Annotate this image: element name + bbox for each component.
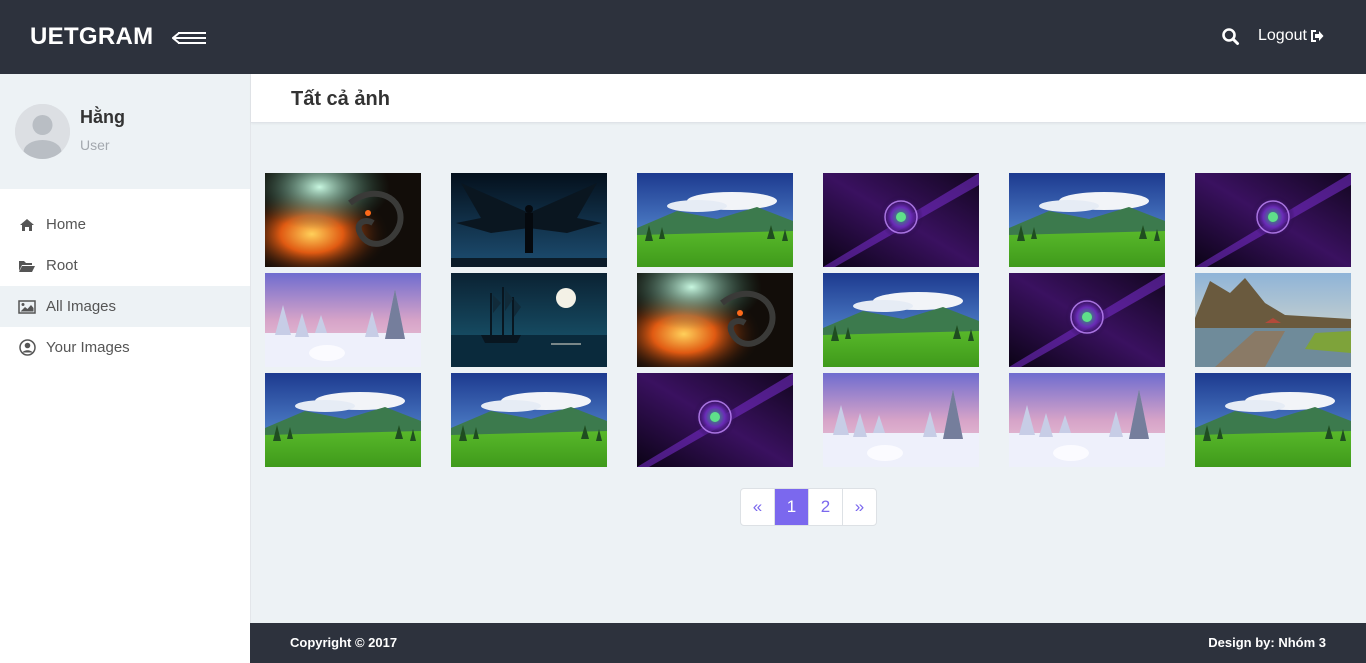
sidebar-item-your-images[interactable]: Your Images	[0, 327, 250, 368]
brand-logo[interactable]: UETGRAM	[30, 23, 153, 51]
sign-out-icon	[1310, 29, 1324, 43]
logout-button[interactable]: Logout	[1258, 27, 1324, 45]
gallery-thumbnail[interactable]	[637, 273, 793, 367]
gallery-thumbnail[interactable]	[265, 173, 421, 267]
sidebar-item-label: Root	[46, 257, 78, 274]
pagination: « 1 2 »	[740, 488, 877, 526]
sidebar-item-label: Home	[46, 216, 87, 233]
sidebar-nav: Home Root All Images Your Images	[0, 204, 250, 368]
gallery-thumbnail[interactable]	[451, 173, 607, 267]
gallery-thumbnail[interactable]	[637, 373, 793, 467]
search-icon[interactable]	[1221, 27, 1241, 47]
sidebar-item-label: All Images	[46, 298, 117, 315]
gallery-thumbnail[interactable]	[265, 373, 421, 467]
image-gallery	[265, 173, 1366, 467]
image-icon	[18, 299, 36, 315]
gallery-thumbnail[interactable]	[1195, 173, 1351, 267]
page-title: Tất cả ảnh	[291, 88, 390, 110]
logout-label: Logout	[1258, 27, 1307, 44]
gallery-thumbnail[interactable]	[265, 273, 421, 367]
folder-open-icon	[18, 258, 36, 274]
design-credit: Design by: Nhóm 3	[1208, 635, 1326, 650]
sidebar: Hằng User Home Root All Images Your Imag…	[0, 74, 251, 663]
menu-toggle-icon[interactable]	[172, 28, 208, 48]
pagination-page-2[interactable]: 2	[808, 489, 842, 525]
user-name: Hằng	[80, 107, 125, 127]
page-header: Tất cả ảnh	[251, 74, 1366, 123]
sidebar-item-label: Your Images	[46, 339, 130, 356]
gallery-thumbnail[interactable]	[1009, 373, 1165, 467]
sidebar-item-home[interactable]: Home	[0, 204, 250, 245]
pagination-next[interactable]: »	[842, 489, 876, 525]
sidebar-item-root[interactable]: Root	[0, 245, 250, 286]
gallery-thumbnail[interactable]	[1195, 273, 1351, 367]
pagination-page-1[interactable]: 1	[774, 489, 808, 525]
avatar	[15, 104, 70, 159]
user-circle-icon	[18, 339, 36, 356]
footer: Copyright © 2017 Design by: Nhóm 3	[250, 623, 1366, 663]
gallery-thumbnail[interactable]	[823, 273, 979, 367]
user-profile-panel: Hằng User	[0, 74, 250, 189]
user-role: User	[80, 137, 110, 153]
sidebar-item-all-images[interactable]: All Images	[0, 286, 250, 327]
gallery-thumbnail[interactable]	[1009, 273, 1165, 367]
gallery-thumbnail[interactable]	[451, 373, 607, 467]
gallery-thumbnail[interactable]	[823, 173, 979, 267]
top-navbar: UETGRAM Logout	[0, 0, 1366, 74]
home-icon	[18, 217, 36, 233]
gallery-thumbnail[interactable]	[1195, 373, 1351, 467]
gallery-thumbnail[interactable]	[1009, 173, 1165, 267]
gallery-thumbnail[interactable]	[451, 273, 607, 367]
copyright-text: Copyright © 2017	[290, 635, 398, 650]
pagination-prev[interactable]: «	[741, 489, 774, 525]
gallery-thumbnail[interactable]	[823, 373, 979, 467]
gallery-thumbnail[interactable]	[637, 173, 793, 267]
